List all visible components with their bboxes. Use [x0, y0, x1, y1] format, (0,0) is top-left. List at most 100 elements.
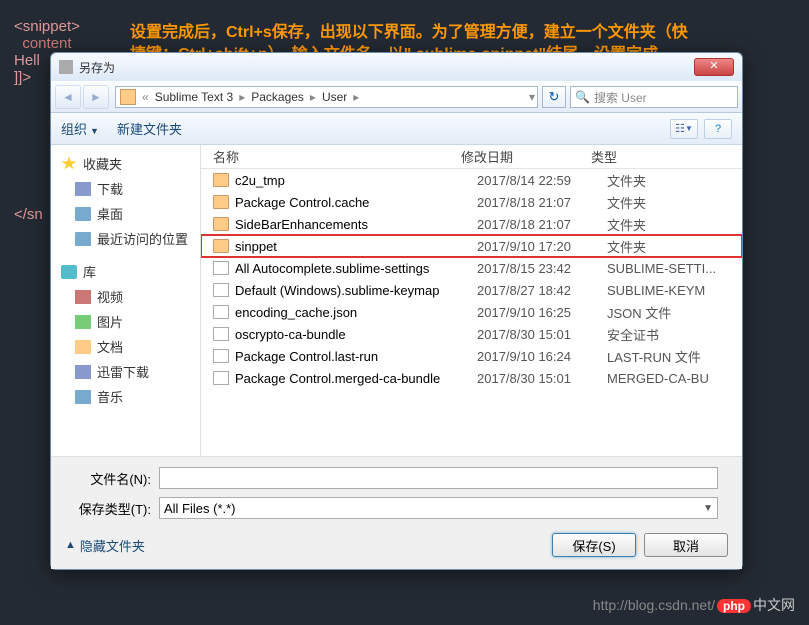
sidebar-documents[interactable]: 文档 [51, 334, 200, 359]
new-folder-button[interactable]: 新建文件夹 [117, 119, 182, 138]
filename-input[interactable] [159, 467, 718, 489]
file-date: 2017/8/30 15:01 [477, 327, 607, 342]
file-row[interactable]: Package Control.merged-ca-bundle2017/8/3… [201, 367, 742, 389]
file-name: Package Control.cache [235, 195, 477, 210]
search-placeholder: 搜索 User [594, 89, 647, 106]
file-type: LAST-RUN 文件 [607, 347, 701, 366]
titlebar[interactable]: 另存为 ✕ [51, 53, 742, 81]
star-icon [61, 157, 77, 171]
video-icon [75, 290, 91, 304]
sidebar-music[interactable]: 音乐 [51, 384, 200, 409]
filename-label: 文件名(N): [65, 469, 151, 488]
file-panel: 名称 修改日期 类型 c2u_tmp2017/8/14 22:59文件夹Pack… [201, 145, 742, 456]
chevron-right-icon: ▸ [308, 90, 318, 104]
dropdown-icon[interactable]: ▾ [527, 90, 537, 104]
sidebar-desktop[interactable]: 桌面 [51, 201, 200, 226]
col-type[interactable]: 类型 [591, 147, 742, 166]
save-as-dialog: 另存为 ✕ ◄ ► « Sublime Text 3 ▸ Packages ▸ … [50, 52, 743, 570]
file-type: 文件夹 [607, 215, 646, 234]
file-type: SUBLIME-KEYM [607, 283, 705, 298]
savetype-label: 保存类型(T): [65, 499, 151, 518]
file-type: SUBLIME-SETTI... [607, 261, 716, 276]
dialog-title: 另存为 [79, 59, 115, 76]
file-date: 2017/8/18 21:07 [477, 195, 607, 210]
file-row[interactable]: Package Control.cache2017/8/18 21:07文件夹 [201, 191, 742, 213]
file-name: c2u_tmp [235, 173, 477, 188]
file-list[interactable]: c2u_tmp2017/8/14 22:59文件夹Package Control… [201, 169, 742, 456]
sidebar-thunder[interactable]: 迅雷下载 [51, 359, 200, 384]
view-options-button[interactable]: ☷▼ [670, 119, 698, 139]
file-date: 2017/8/15 23:42 [477, 261, 607, 276]
save-button[interactable]: 保存(S) [552, 533, 636, 557]
code-line: content [14, 35, 80, 52]
watermark: http://blog.csdn.net/php中文网 [593, 595, 795, 615]
file-date: 2017/8/18 21:07 [477, 217, 607, 232]
file-date: 2017/8/27 18:42 [477, 283, 607, 298]
picture-icon [75, 315, 91, 329]
savetype-select[interactable]: All Files (*.*) ▼ [159, 497, 718, 519]
dialog-body: 收藏夹 下载 桌面 最近访问的位置 库 视频 图片 文档 迅雷下载 音乐 名称 … [51, 145, 742, 456]
hide-folders-toggle[interactable]: ▲隐藏文件夹 [65, 536, 145, 555]
collapse-icon: ▲ [65, 539, 76, 551]
sidebar-recent[interactable]: 最近访问的位置 [51, 226, 200, 251]
toolbar: 组织▼ 新建文件夹 ☷▼ ? [51, 113, 742, 145]
file-type: 文件夹 [607, 171, 646, 190]
cancel-button[interactable]: 取消 [644, 533, 728, 557]
col-name[interactable]: 名称 [201, 147, 461, 166]
file-date: 2017/9/10 16:24 [477, 349, 607, 364]
dropdown-icon: ▼ [703, 503, 713, 514]
file-row[interactable]: c2u_tmp2017/8/14 22:59文件夹 [201, 169, 742, 191]
file-row[interactable]: sinppet2017/9/10 17:20文件夹 [201, 235, 742, 257]
col-date[interactable]: 修改日期 [461, 147, 591, 166]
organize-button[interactable]: 组织▼ [61, 119, 99, 138]
file-row[interactable]: Default (Windows).sublime-keymap2017/8/2… [201, 279, 742, 301]
file-icon [213, 261, 229, 275]
help-button[interactable]: ? [704, 119, 732, 139]
breadcrumb-item[interactable]: Packages [247, 90, 308, 104]
breadcrumb-item[interactable]: Sublime Text 3 [151, 90, 238, 104]
file-row[interactable]: Package Control.last-run2017/9/10 16:24L… [201, 345, 742, 367]
file-date: 2017/8/30 15:01 [477, 371, 607, 386]
breadcrumb-item[interactable]: User [318, 90, 351, 104]
sidebar-downloads[interactable]: 下载 [51, 176, 200, 201]
file-name: sinppet [235, 239, 477, 254]
file-name: Package Control.merged-ca-bundle [235, 371, 477, 386]
sidebar-favorites[interactable]: 收藏夹 [51, 151, 200, 176]
code-line: <snippet> [14, 18, 80, 35]
forward-button[interactable]: ► [83, 85, 109, 109]
php-logo: php [717, 599, 751, 613]
folder-icon [213, 173, 229, 187]
close-button[interactable]: ✕ [694, 58, 734, 76]
sidebar-libraries[interactable]: 库 [51, 259, 200, 284]
download-icon [75, 182, 91, 196]
savetype-value: All Files (*.*) [164, 501, 236, 516]
file-row[interactable]: oscrypto-ca-bundle2017/8/30 15:01安全证书 [201, 323, 742, 345]
file-type: JSON 文件 [607, 303, 671, 322]
recent-icon [75, 232, 91, 246]
file-date: 2017/9/10 17:20 [477, 239, 607, 254]
sidebar-videos[interactable]: 视频 [51, 284, 200, 309]
file-row[interactable]: All Autocomplete.sublime-settings2017/8/… [201, 257, 742, 279]
app-icon [59, 60, 73, 74]
file-date: 2017/9/10 16:25 [477, 305, 607, 320]
chevron-right-icon: ▸ [237, 90, 247, 104]
chevron-left-icon[interactable]: « [140, 90, 151, 104]
search-icon: 🔍 [575, 90, 590, 104]
file-icon [213, 283, 229, 297]
navbar: ◄ ► « Sublime Text 3 ▸ Packages ▸ User ▸… [51, 81, 742, 113]
chevron-right-icon: ▸ [351, 90, 361, 104]
file-row[interactable]: encoding_cache.json2017/9/10 16:25JSON 文… [201, 301, 742, 323]
search-input[interactable]: 🔍 搜索 User [570, 86, 738, 108]
file-row[interactable]: SideBarEnhancements2017/8/18 21:07文件夹 [201, 213, 742, 235]
folder-icon [213, 239, 229, 253]
address-bar[interactable]: « Sublime Text 3 ▸ Packages ▸ User ▸ ▾ [115, 86, 538, 108]
column-headers: 名称 修改日期 类型 [201, 145, 742, 169]
refresh-button[interactable]: ↻ [542, 86, 566, 108]
library-icon [61, 265, 77, 279]
file-type: 文件夹 [607, 193, 646, 212]
back-button[interactable]: ◄ [55, 85, 81, 109]
file-type: 文件夹 [607, 237, 646, 256]
file-icon [213, 327, 229, 341]
sidebar-pictures[interactable]: 图片 [51, 309, 200, 334]
file-icon [213, 349, 229, 363]
